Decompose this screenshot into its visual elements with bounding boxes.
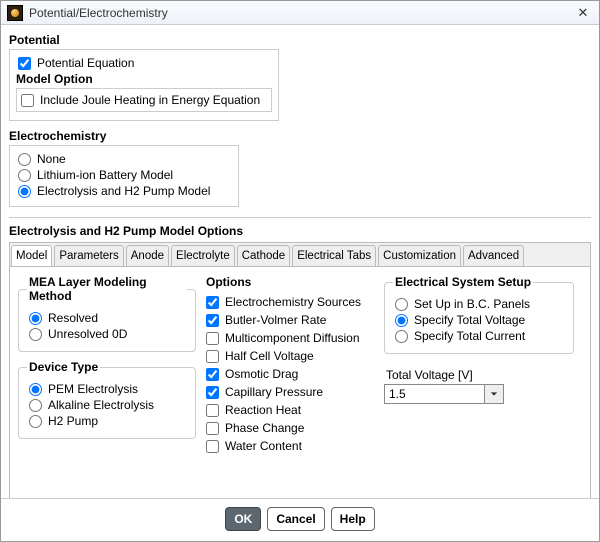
electrical-radio-current[interactable] [395,330,408,343]
joule-heating-label[interactable]: Include Joule Heating in Energy Equation [40,93,260,107]
device-radio-pem[interactable] [29,383,42,396]
option-checkbox-phase-change[interactable] [206,422,219,435]
cancel-button[interactable]: Cancel [267,507,324,531]
option-checkbox-multicomp[interactable] [206,332,219,345]
total-voltage-combo [384,384,574,404]
electrical-column: Electrical System Setup Set Up in B.C. P… [384,275,574,498]
option-checkbox-capillary[interactable] [206,386,219,399]
tabstrip: Model Parameters Anode Electrolyte Catho… [9,242,591,266]
subpanel-heading: Electrolysis and H2 Pump Model Options [9,224,591,238]
options-column: Options Electrochemistry Sources Butler-… [204,275,376,498]
option-label-ec-sources[interactable]: Electrochemistry Sources [225,295,361,309]
mea-radio-unresolved[interactable] [29,328,42,341]
titlebar: Potential/Electrochemistry ✕ [1,1,599,25]
total-voltage-label: Total Voltage [V] [386,368,574,382]
device-label-h2pump[interactable]: H2 Pump [48,414,98,428]
electrochem-label-lithium[interactable]: Lithium-ion Battery Model [37,168,173,182]
potential-heading: Potential [9,33,591,47]
tab-cathode[interactable]: Cathode [237,245,290,266]
tab-advanced[interactable]: Advanced [463,245,524,266]
option-label-osmotic[interactable]: Osmotic Drag [225,367,298,381]
electrical-label-voltage[interactable]: Specify Total Voltage [414,313,525,327]
potential-group: Potential Equation Model Option Include … [9,49,279,121]
mea-radio-resolved[interactable] [29,312,42,325]
device-label-alkaline[interactable]: Alkaline Electrolysis [48,398,154,412]
electrical-radio-voltage[interactable] [395,314,408,327]
option-label-water-content[interactable]: Water Content [225,439,302,453]
ok-button[interactable]: OK [225,507,261,531]
model-option-heading: Model Option [16,72,272,86]
device-heading: Device Type [27,360,100,374]
total-voltage-input[interactable] [384,384,484,404]
tab-model[interactable]: Model [11,245,52,266]
electrochem-label-electrolysis[interactable]: Electrolysis and H2 Pump Model [37,184,210,198]
option-label-multicomp[interactable]: Multicomponent Diffusion [225,331,360,345]
tab-parameters[interactable]: Parameters [54,245,123,266]
device-label-pem[interactable]: PEM Electrolysis [48,382,138,396]
option-checkbox-half-cell[interactable] [206,350,219,363]
electrochem-radio-electrolysis[interactable] [18,185,31,198]
tab-electrolyte[interactable]: Electrolyte [171,245,235,266]
window-title: Potential/Electrochemistry [29,6,573,20]
close-icon[interactable]: ✕ [573,3,593,23]
mea-group: MEA Layer Modeling Method Resolved Unres… [18,275,196,352]
option-label-butler-volmer[interactable]: Butler-Volmer Rate [225,313,326,327]
separator [9,217,591,218]
option-label-phase-change[interactable]: Phase Change [225,421,304,435]
potential-equation-label[interactable]: Potential Equation [37,56,134,70]
electrical-label-bc[interactable]: Set Up in B.C. Panels [414,297,530,311]
device-group: Device Type PEM Electrolysis Alkaline El… [18,360,196,439]
mea-label-resolved[interactable]: Resolved [48,311,98,325]
options-heading: Options [206,275,376,289]
chevron-down-icon [490,390,498,398]
electrochem-group: None Lithium-ion Battery Model Electroly… [9,145,239,207]
option-label-reaction-heat[interactable]: Reaction Heat [225,403,301,417]
electrochem-label-none[interactable]: None [37,152,66,166]
content-area: Potential Potential Equation Model Optio… [1,25,599,498]
electrical-radio-bc[interactable] [395,298,408,311]
app-icon [7,5,23,21]
footer: OK Cancel Help [1,498,599,541]
option-checkbox-butler-volmer[interactable] [206,314,219,327]
electrical-heading: Electrical System Setup [393,275,533,289]
option-checkbox-osmotic[interactable] [206,368,219,381]
electrical-label-current[interactable]: Specify Total Current [414,329,525,343]
tab-customization[interactable]: Customization [378,245,461,266]
left-column: MEA Layer Modeling Method Resolved Unres… [18,275,196,498]
tab-anode[interactable]: Anode [126,245,169,266]
mea-heading: MEA Layer Modeling Method [27,275,187,303]
help-button[interactable]: Help [331,507,375,531]
device-radio-alkaline[interactable] [29,399,42,412]
potential-equation-checkbox[interactable] [18,57,31,70]
device-radio-h2pump[interactable] [29,415,42,428]
tab-electrical-tabs[interactable]: Electrical Tabs [292,245,376,266]
dialog-window: Potential/Electrochemistry ✕ Potential P… [0,0,600,542]
electrochem-heading: Electrochemistry [9,129,591,143]
option-label-capillary[interactable]: Capillary Pressure [225,385,323,399]
electrochem-radio-none[interactable] [18,153,31,166]
electrochem-radio-lithium[interactable] [18,169,31,182]
option-checkbox-water-content[interactable] [206,440,219,453]
joule-heating-checkbox[interactable] [21,94,34,107]
option-checkbox-reaction-heat[interactable] [206,404,219,417]
total-voltage-dropdown-button[interactable] [484,384,504,404]
option-checkbox-ec-sources[interactable] [206,296,219,309]
electrical-group: Electrical System Setup Set Up in B.C. P… [384,275,574,354]
option-label-half-cell[interactable]: Half Cell Voltage [225,349,314,363]
tab-panel-model: MEA Layer Modeling Method Resolved Unres… [9,266,591,498]
mea-label-unresolved[interactable]: Unresolved 0D [48,327,127,341]
